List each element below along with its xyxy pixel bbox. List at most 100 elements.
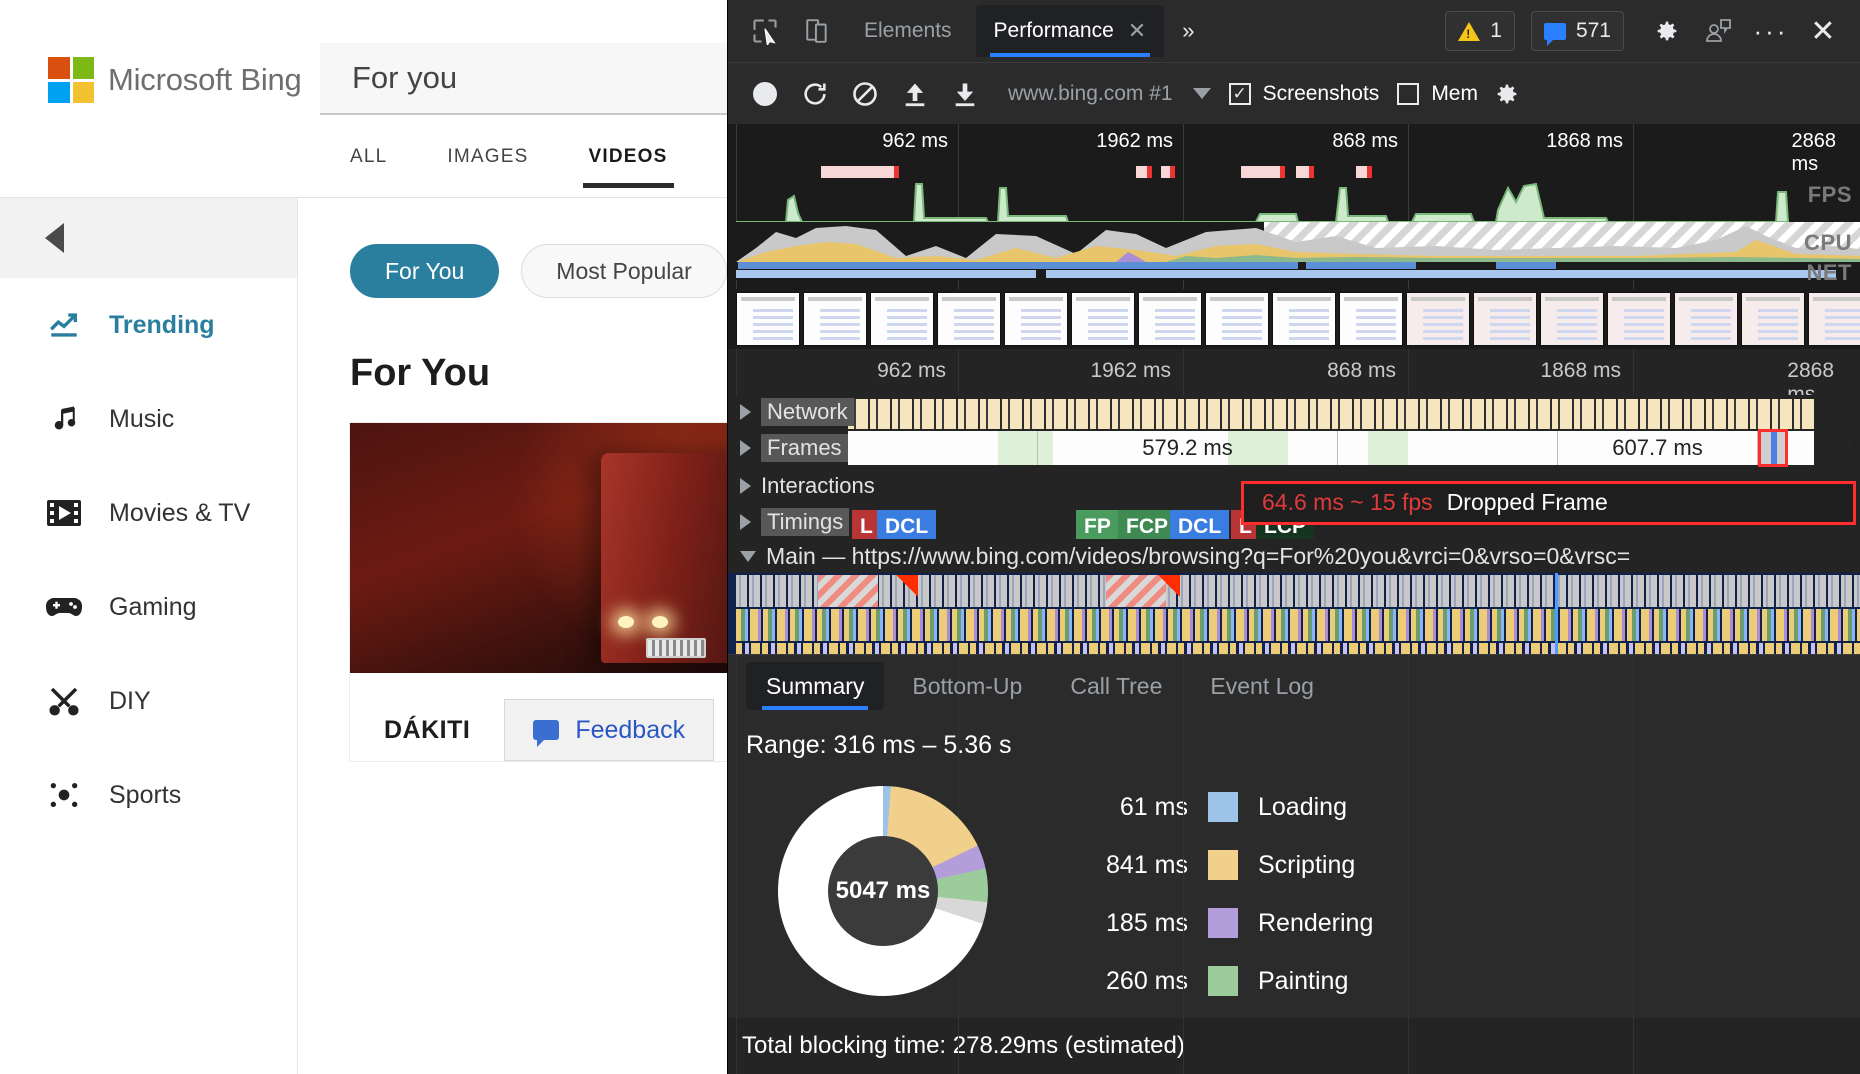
music-note-icon: [45, 400, 83, 438]
filmstrip-frame[interactable]: [1339, 292, 1403, 346]
filmstrip-frame[interactable]: [1071, 292, 1135, 346]
donut-center-label: 5047 ms: [828, 836, 938, 946]
screenshots-checkbox[interactable]: ✓ Screenshots: [1228, 82, 1379, 106]
main-flame-chart[interactable]: [728, 573, 1860, 654]
frame-segment[interactable]: 579.2 ms: [1038, 430, 1338, 466]
track-header-frames[interactable]: Frames: [740, 433, 848, 462]
filmstrip-frame[interactable]: [1004, 292, 1068, 346]
tab-videos[interactable]: VIDEOS: [559, 128, 698, 188]
download-arrow-icon[interactable]: [940, 72, 990, 116]
filmstrip-frame[interactable]: [1473, 292, 1537, 346]
feedback-button[interactable]: Feedback: [504, 699, 715, 761]
sidebar-item-gaming[interactable]: Gaming: [0, 560, 297, 654]
legend-item-rendering[interactable]: 185 ms Rendering: [1058, 902, 1860, 944]
legend-item-scripting[interactable]: 841 ms Scripting: [1058, 844, 1860, 886]
track-header-network[interactable]: Network: [740, 397, 854, 426]
filmstrip-frame[interactable]: [803, 292, 867, 346]
legend-label: Scripting: [1258, 850, 1356, 879]
tab-call-tree[interactable]: Call Tree: [1050, 662, 1182, 710]
clear-prohibited-icon[interactable]: [840, 72, 890, 116]
chip-most-popular[interactable]: Most Popular: [521, 244, 727, 298]
track-header-timings[interactable]: Timings: [740, 507, 850, 536]
sidebar-item-label: Music: [109, 404, 175, 433]
sidebar-item-trending[interactable]: Trending: [0, 278, 297, 372]
tab-event-log[interactable]: Event Log: [1190, 662, 1334, 710]
cpu-lane-label: CPU: [1804, 230, 1852, 255]
filmstrip-frame[interactable]: [1138, 292, 1202, 346]
sidebar-item-diy[interactable]: DIY: [0, 654, 297, 748]
search-input[interactable]: For you: [352, 60, 457, 96]
gear-icon[interactable]: [1644, 11, 1690, 51]
filmstrip-frame[interactable]: [1741, 292, 1805, 346]
device-toolbar-icon[interactable]: [794, 11, 840, 51]
frame-segment[interactable]: 984.1 ms: [1788, 431, 1860, 465]
filmstrip-frame[interactable]: [870, 292, 934, 346]
track-frames[interactable]: 579.2 ms 607.7 ms 984.1 ms Frames 64.6 m…: [728, 428, 1860, 525]
triangle-right-icon[interactable]: [740, 439, 751, 456]
warnings-badge[interactable]: 1: [1445, 11, 1515, 51]
close-icon[interactable]: ✕: [1800, 11, 1846, 51]
tab-summary[interactable]: Summary: [746, 662, 885, 710]
timeline-overview[interactable]: 962 ms 1962 ms 868 ms 1868 ms 2868 ms FP…: [728, 124, 1860, 289]
drawer-tabs: Summary Bottom-Up Call Tree Event Log: [728, 655, 1860, 717]
tab-performance[interactable]: Performance ✕: [975, 5, 1165, 57]
sidebar-collapse-button[interactable]: [0, 198, 297, 278]
filmstrip-frame[interactable]: [1674, 292, 1738, 346]
legend-item-painting[interactable]: 260 ms Painting: [1058, 960, 1860, 1002]
recording-target-label[interactable]: www.bing.com #1: [1008, 82, 1173, 106]
chevron-double-right-icon[interactable]: »: [1170, 18, 1206, 44]
sidebar-item-label: Trending: [109, 310, 215, 339]
filmstrip-frame[interactable]: [736, 292, 800, 346]
bing-logo[interactable]: Microsoft Bing: [0, 0, 330, 160]
close-icon[interactable]: ✕: [1128, 18, 1146, 44]
chip-for-you[interactable]: For You: [350, 244, 500, 298]
legend-item-loading[interactable]: 61 ms Loading: [1058, 786, 1860, 828]
reload-icon[interactable]: [790, 72, 840, 116]
playhead-marker: [1555, 573, 1558, 654]
filmstrip-frame[interactable]: [1607, 292, 1671, 346]
triangle-right-icon[interactable]: [740, 477, 751, 494]
screenshot-filmstrip[interactable]: [728, 289, 1860, 349]
messages-badge[interactable]: 571: [1530, 11, 1624, 51]
legend-value: 61 ms: [1119, 792, 1188, 821]
filmstrip-frame[interactable]: [1808, 292, 1860, 346]
track-header-interactions[interactable]: Interactions: [740, 473, 875, 499]
sidebar-item-sports[interactable]: Sports: [0, 748, 297, 842]
frame-segment[interactable]: [1338, 430, 1558, 466]
frame-segment[interactable]: [848, 430, 1038, 466]
record-circle-icon[interactable]: [740, 72, 790, 116]
upload-arrow-icon[interactable]: [890, 72, 940, 116]
sidebar-item-movies-tv[interactable]: Movies & TV: [0, 466, 297, 560]
triangle-right-icon[interactable]: [740, 513, 751, 530]
track-network[interactable]: Network: [728, 395, 1860, 429]
memory-checkbox[interactable]: Mem: [1397, 82, 1478, 106]
more-vertical-icon[interactable]: ···: [1748, 11, 1794, 51]
filmstrip-frame[interactable]: [1272, 292, 1336, 346]
capture-settings-gear-icon[interactable]: [1482, 72, 1532, 116]
microsoft-logo-icon: [48, 57, 94, 103]
film-play-icon: [45, 494, 83, 532]
sidebar-item-music[interactable]: Music: [0, 372, 297, 466]
net-lane-label: NET: [1806, 260, 1852, 285]
tab-images[interactable]: IMAGES: [417, 128, 558, 186]
frames-strip[interactable]: 579.2 ms 607.7 ms 984.1 ms: [848, 428, 1860, 468]
legend-swatch: [1208, 850, 1238, 880]
chevron-down-icon[interactable]: [1192, 88, 1211, 99]
triangle-down-icon[interactable]: [740, 550, 756, 562]
inspect-element-icon[interactable]: [742, 11, 788, 51]
timeline-ruler[interactable]: 962 ms 1962 ms 868 ms 1868 ms 2868 ms: [728, 349, 1860, 1074]
track-header-main[interactable]: Main — https://www.bing.com/videos/brows…: [728, 539, 1860, 574]
tab-all[interactable]: ALL: [320, 128, 417, 186]
frame-segment[interactable]: 607.7 ms: [1558, 430, 1758, 466]
frame-segment-selected[interactable]: [1758, 428, 1788, 468]
tab-bottom-up[interactable]: Bottom-Up: [892, 662, 1042, 710]
filmstrip-frame[interactable]: [1406, 292, 1470, 346]
tab-elements[interactable]: Elements: [846, 5, 970, 57]
filmstrip-frame[interactable]: [1205, 292, 1269, 346]
feedback-icon[interactable]: [1696, 11, 1742, 51]
triangle-right-icon[interactable]: [740, 403, 751, 420]
messages-count: 571: [1575, 19, 1611, 42]
filmstrip-frame[interactable]: [1540, 292, 1604, 346]
filmstrip-frame[interactable]: [937, 292, 1001, 346]
track-label: Timings: [761, 507, 850, 536]
